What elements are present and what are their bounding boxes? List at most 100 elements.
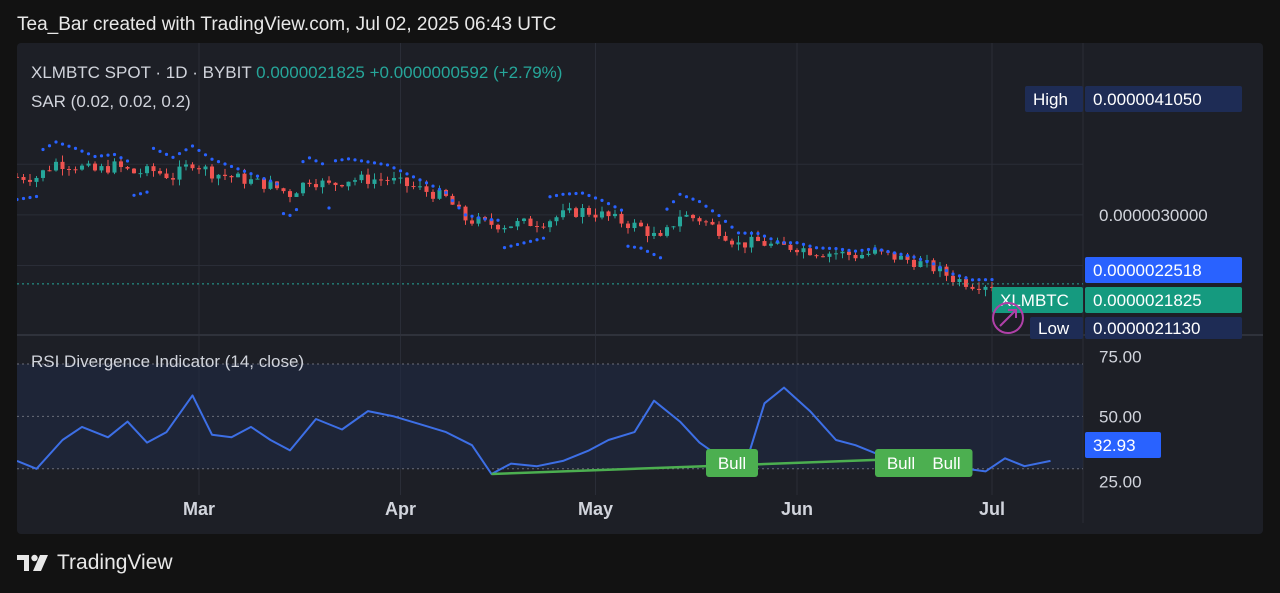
candle-body (352, 180, 358, 182)
candle-body (255, 178, 260, 180)
candle-body (326, 180, 332, 183)
sar-dot (372, 161, 377, 165)
sar-dot (353, 158, 357, 162)
chart-svg[interactable]: 0.0000030000 0.0000041050 High 0.0000022518… (17, 43, 1263, 534)
time-tick-label: Jul (979, 499, 1005, 519)
candle-body (521, 218, 527, 222)
sar-dot (346, 157, 351, 161)
candles-group (17, 155, 995, 297)
sar-dot (626, 244, 630, 248)
rsi-tick-50: 50.00 (1099, 407, 1142, 426)
bull-label: Bull (887, 454, 915, 473)
sar-dot (723, 219, 728, 223)
candle-body (918, 261, 923, 267)
rsi-legend: RSI Divergence Indicator (14, close) (31, 352, 305, 371)
last-price: 0.0000021825 (256, 63, 365, 82)
candle-body (528, 218, 533, 227)
symbol-name: XLMBTC SPOT · 1D · BYBIT (31, 63, 252, 82)
sar-dot (450, 199, 455, 203)
last-value-label: 0.0000021825 (1093, 291, 1202, 310)
candle-body (586, 208, 592, 215)
sar-dot (424, 181, 429, 185)
candle-body (398, 177, 403, 179)
candle-body (86, 163, 91, 166)
candle-body (651, 232, 657, 236)
sar-dot (743, 231, 747, 235)
sar-dot (203, 153, 208, 157)
candle-body (190, 164, 195, 169)
sar-dot (892, 251, 897, 255)
sar-dot (587, 193, 591, 198)
sar-dot (242, 169, 247, 173)
sar-dot (138, 192, 143, 196)
candle-body (658, 232, 663, 236)
sar-dot (418, 178, 422, 182)
candle-body (118, 161, 124, 167)
candle-body (66, 169, 72, 171)
candle-body (684, 214, 689, 217)
sar-dot (762, 234, 767, 238)
time-tick-label: Jun (781, 499, 813, 519)
sar-dot (444, 191, 448, 195)
sar-dot (405, 172, 409, 176)
candle-body (723, 235, 728, 241)
candle-body (638, 222, 644, 227)
candle-body (983, 286, 988, 290)
time-tick-label: Mar (183, 499, 215, 519)
sar-dot (886, 249, 890, 254)
candle-body (138, 173, 143, 175)
candle-body (931, 260, 936, 272)
sar-dot (795, 241, 799, 245)
sar-dot (970, 278, 975, 282)
sar-dot (67, 144, 71, 148)
sar-dot (834, 247, 838, 251)
sar-dot (691, 197, 695, 201)
candle-body (437, 189, 442, 199)
sar-dot (236, 167, 240, 171)
candle-body (359, 174, 364, 181)
chart-panel[interactable]: 0.0000030000 0.0000041050 High 0.0000022518… (17, 43, 1263, 534)
sar-dot (483, 217, 487, 221)
candle-body (840, 251, 845, 254)
sar-dot (990, 278, 994, 282)
sar-dot (632, 245, 637, 249)
sar-dot (944, 268, 949, 273)
candle-body (164, 173, 169, 179)
sar-dot (957, 274, 962, 278)
sar-dot (307, 156, 312, 160)
candle-body (92, 163, 98, 171)
sar-dot (717, 213, 721, 218)
candle-body (53, 161, 59, 171)
high-value-label: 0.0000041050 (1093, 90, 1202, 109)
sar-dot (678, 192, 682, 196)
candle-body (664, 227, 670, 236)
sar-dot (736, 231, 741, 235)
candle-body (554, 217, 559, 222)
sar-dot (249, 172, 253, 176)
candle-body (716, 224, 722, 236)
candle-body (99, 166, 104, 171)
sar-dot (899, 252, 903, 256)
sar-legend: SAR (0.02, 0.02, 0.2) (31, 92, 191, 111)
candle-body (34, 177, 39, 182)
candle-body (391, 178, 397, 181)
candle-body (112, 161, 117, 173)
candle-body (788, 244, 793, 250)
candle-body (47, 170, 52, 172)
price-change: +0.0000000592 (+2.79%) (369, 63, 563, 82)
candle-body (729, 240, 735, 245)
sar-dot (509, 244, 513, 248)
candle-body (469, 220, 475, 224)
candle-body (105, 166, 111, 173)
candle-body (645, 226, 650, 236)
sar-dot (645, 249, 650, 253)
sar-dot (600, 198, 604, 202)
attribution: Tea_Bar created with TradingView.com, Ju… (17, 14, 557, 35)
sar-dot (522, 241, 526, 245)
sar-dot (359, 159, 364, 163)
bull-label: Bull (718, 454, 746, 473)
sar-dot (21, 196, 26, 201)
candle-body (703, 221, 709, 223)
sar-dot (54, 140, 58, 144)
sar-dot (268, 179, 273, 183)
